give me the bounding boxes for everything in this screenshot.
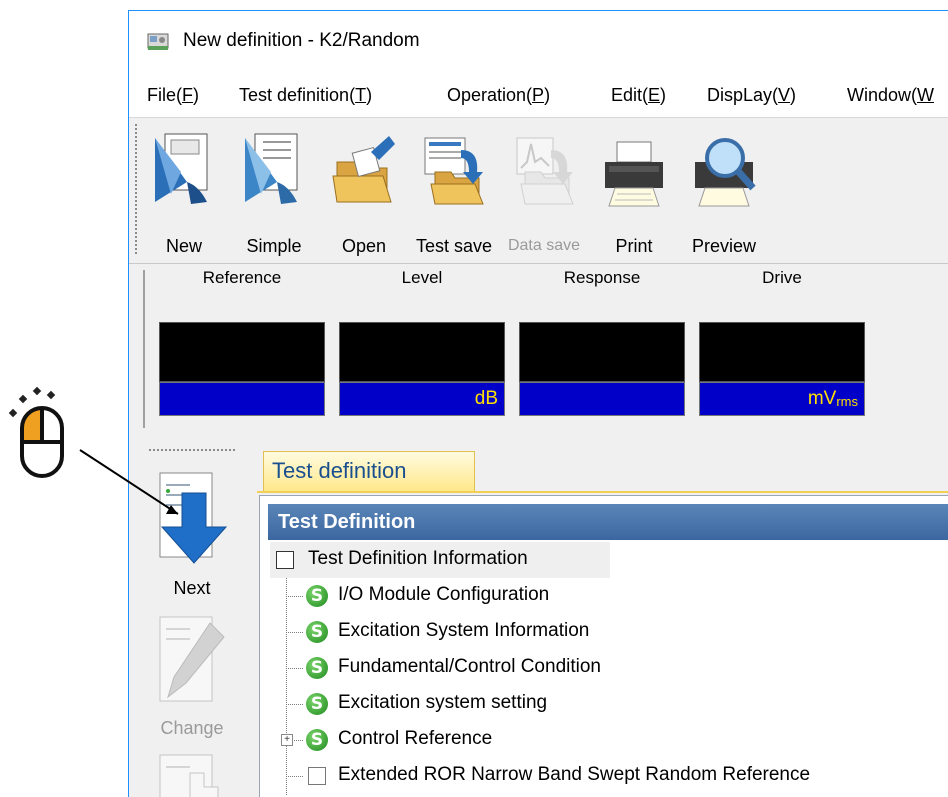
tree-connector	[288, 776, 304, 777]
new-document-icon	[151, 132, 217, 208]
test-save-button[interactable]: Test save	[411, 124, 497, 256]
next-button[interactable]: Next	[139, 471, 245, 599]
expand-plus-icon[interactable]: +	[281, 734, 293, 746]
sidebar-grip[interactable]	[149, 449, 237, 451]
meter-unit: dB	[339, 382, 505, 416]
status-s-icon: S	[306, 657, 328, 679]
meter-unit	[519, 382, 685, 416]
add-button[interactable]	[139, 749, 245, 797]
status-s-icon: S	[306, 729, 328, 751]
simple-button[interactable]: Simple	[231, 124, 317, 256]
printer-icon	[601, 132, 667, 208]
change-button-label: Change	[160, 718, 224, 738]
simple-button-label: Simple	[246, 236, 302, 256]
simple-document-icon	[241, 132, 307, 208]
next-button-label: Next	[173, 578, 211, 598]
add-document-icon	[159, 754, 219, 797]
meter-label: Drive	[762, 268, 802, 287]
next-arrow-icon	[159, 472, 228, 564]
panel-header: Test Definition	[268, 504, 948, 540]
tree-item[interactable]: S Excitation system setting	[270, 686, 870, 722]
tree-item[interactable]: + S Control Reference	[270, 722, 870, 758]
open-button-label: Open	[341, 236, 387, 256]
app-icon	[147, 31, 169, 51]
new-button-label: New	[165, 236, 202, 256]
tree-item[interactable]: S Excitation System Information	[270, 614, 870, 650]
tree-item-label: Extended ROR Narrow Band Swept Random Re…	[338, 764, 811, 785]
tree-item[interactable]: Test Definition Information	[270, 542, 610, 578]
menu-edit[interactable]: Edit(E)	[611, 85, 666, 106]
meter-display	[339, 322, 505, 382]
meter-label: Response	[563, 268, 641, 287]
tree-item-label: Excitation system setting	[338, 692, 548, 713]
level-meter: Level dB	[339, 268, 505, 416]
toolbar-grip[interactable]	[135, 124, 137, 256]
tree-connector	[288, 596, 304, 597]
meter-display	[159, 322, 325, 382]
tree-connector	[294, 740, 304, 741]
edit-pencil-icon	[159, 616, 225, 702]
tree-item[interactable]: S Fundamental/Control Condition	[270, 650, 870, 686]
data-save-button[interactable]: Data save	[501, 124, 587, 256]
preview-button[interactable]: Preview	[681, 124, 767, 256]
meter-label: Reference	[202, 268, 282, 287]
menu-file[interactable]: File(F)	[147, 85, 199, 106]
test-definition-area: Test definition Test Definition Test Def…	[257, 439, 948, 797]
tree-connector	[288, 632, 304, 633]
menu-operation[interactable]: Operation(P)	[447, 85, 550, 106]
test-save-button-label: Test save	[415, 236, 493, 256]
tab-test-definition[interactable]: Test definition	[263, 451, 475, 491]
action-sidebar: Next Change	[129, 439, 255, 797]
data-save-button-label: Data save	[507, 237, 581, 254]
tree-item-label: Test Definition Information	[308, 548, 528, 569]
mouse-icon	[8, 386, 64, 478]
tree-item-label: Excitation System Information	[338, 620, 590, 641]
tree-item[interactable]: S I/O Module Configuration	[270, 578, 870, 614]
mouse-click-indicator	[8, 382, 88, 492]
print-preview-icon	[691, 132, 757, 208]
menu-test-definition[interactable]: Test definition(T)	[239, 85, 372, 106]
checkbox[interactable]	[276, 551, 294, 569]
menu-bar: File(F) Test definition(T) Operation(P) …	[129, 73, 948, 119]
tree-item-label: Fundamental/Control Condition	[338, 656, 601, 677]
tab-underline	[257, 491, 948, 493]
meter-unit	[159, 382, 325, 416]
tree-item[interactable]: Extended ROR Narrow Band Swept Random Re…	[270, 758, 948, 794]
new-button[interactable]: New	[141, 124, 227, 256]
menu-window[interactable]: Window(W	[847, 85, 934, 106]
meter-display	[519, 322, 685, 382]
tree-item-label: Control Reference	[338, 728, 493, 749]
status-s-icon: S	[306, 693, 328, 715]
monitor-panel-grip[interactable]	[143, 270, 145, 428]
test-save-icon	[421, 132, 487, 208]
reference-meter: Reference	[159, 268, 325, 416]
meter-label: Level	[401, 268, 443, 287]
toolbar: New Simple Open Test save Data save Prin…	[129, 117, 948, 260]
print-button[interactable]: Print	[591, 124, 677, 256]
open-folder-icon	[331, 132, 397, 208]
print-button-label: Print	[615, 236, 653, 256]
meter-unit: mVrms	[699, 382, 865, 416]
change-button[interactable]: Change	[139, 611, 245, 739]
meter-display	[699, 322, 865, 382]
monitor-panel: Reference Level dB Response Drive mVrms	[129, 263, 948, 436]
data-save-icon	[511, 132, 577, 208]
title-bar: New definition - K2/Random	[129, 11, 948, 73]
tree-item-label: I/O Module Configuration	[338, 584, 550, 605]
tree-connector	[288, 668, 304, 669]
menu-display[interactable]: DispLay(V)	[707, 85, 796, 106]
response-meter: Response	[519, 268, 685, 416]
status-s-icon: S	[306, 621, 328, 643]
app-window: New definition - K2/Random File(F) Test …	[128, 10, 948, 797]
status-s-icon: S	[306, 585, 328, 607]
checkbox[interactable]	[308, 767, 326, 785]
preview-button-label: Preview	[691, 236, 757, 256]
open-button[interactable]: Open	[321, 124, 407, 256]
drive-meter: Drive mVrms	[699, 268, 865, 416]
test-definition-panel: Test Definition Test Definition Informat…	[259, 495, 948, 797]
tree-connector	[288, 704, 304, 705]
window-title: New definition - K2/Random	[183, 30, 420, 51]
